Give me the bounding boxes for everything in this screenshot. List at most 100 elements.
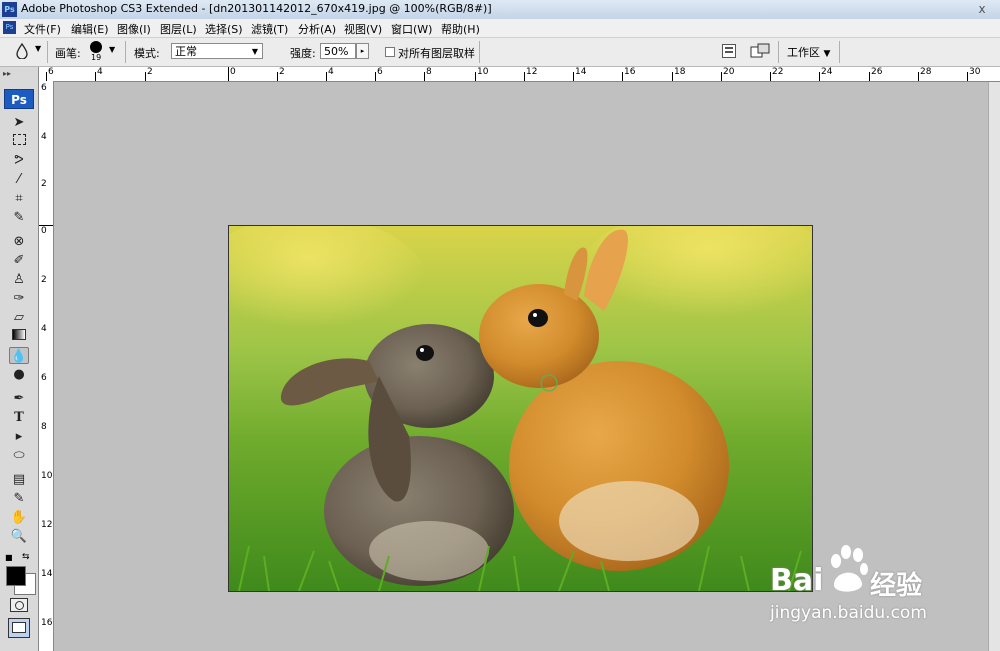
ruler-tick — [622, 72, 623, 81]
notes-tool-icon[interactable]: ▤ — [9, 471, 29, 488]
photoshop-logo-button[interactable]: Ps — [4, 89, 34, 109]
dodge-tool-icon[interactable]: ● — [9, 366, 29, 383]
menu-edit[interactable]: 编辑(E) — [71, 21, 109, 37]
menu-select[interactable]: 选择(S) — [205, 21, 243, 37]
menu-file[interactable]: 文件(F) — [24, 21, 61, 37]
spot-healing-brush-icon[interactable]: ⊗ — [9, 233, 29, 250]
marquee-tool-icon[interactable] — [9, 133, 29, 150]
gradient-tool-icon[interactable] — [9, 328, 29, 345]
sample-all-layers-checkbox[interactable] — [385, 47, 395, 57]
ruler-tick — [277, 72, 278, 81]
brush-picker-dropdown-icon[interactable]: ▼ — [109, 45, 115, 54]
watermark-brand: Bai — [770, 563, 824, 598]
ruler-left-label: 0 — [41, 226, 47, 236]
menu-window[interactable]: 窗口(W) — [391, 21, 432, 37]
ruler-top-label: 2 — [279, 67, 285, 77]
ruler-tick — [869, 72, 870, 81]
magic-wand-tool-icon[interactable]: ⁄ — [9, 171, 29, 188]
ruler-top-label: 6 — [377, 67, 383, 77]
mode-select[interactable]: 正常 ▼ — [171, 43, 263, 59]
crop-tool-icon[interactable]: ⌗ — [9, 190, 29, 207]
ruler-left-label: 16 — [41, 618, 53, 628]
menu-analysis[interactable]: 分析(A) — [298, 21, 336, 37]
ruler-left-label: 12 — [41, 520, 53, 530]
separator — [125, 41, 126, 63]
default-colors-icon[interactable]: ■ — [5, 553, 13, 562]
menu-filter[interactable]: 滤镜(T) — [251, 21, 288, 37]
app-menu-icon[interactable]: Ps — [3, 21, 16, 34]
close-window-button[interactable]: x — [970, 0, 994, 18]
tool-preset-dropdown-icon[interactable]: ▼ — [35, 44, 41, 53]
ruler-top-label: 16 — [624, 67, 636, 77]
brush-label: 画笔: — [55, 47, 81, 60]
ruler-left-label: 6 — [41, 83, 47, 93]
ruler-left-label: 2 — [41, 275, 47, 285]
separator — [479, 41, 480, 63]
sample-all-layers-label: 对所有图层取样 — [398, 47, 475, 60]
move-tool-icon[interactable]: ➤ — [9, 114, 29, 131]
slice-tool-icon[interactable]: ✎ — [9, 209, 29, 226]
ruler-tick — [967, 72, 968, 81]
ruler-left-label: 4 — [41, 132, 47, 142]
palette-well-icon[interactable] — [722, 44, 736, 58]
brush-panel-toggle-icon[interactable] — [750, 43, 770, 59]
screen-mode-icon[interactable] — [8, 618, 30, 638]
ruler-top-label: 6 — [48, 67, 54, 77]
path-selection-tool-icon[interactable]: ▸ — [9, 428, 29, 445]
clone-stamp-tool-icon[interactable]: ♙ — [9, 271, 29, 288]
ruler-top-label: 0 — [230, 67, 236, 77]
quick-mask-mode-icon[interactable] — [10, 598, 28, 612]
ruler-left-label: 6 — [41, 373, 47, 383]
ruler-left-label: 14 — [41, 569, 53, 579]
type-tool-icon[interactable]: T — [9, 409, 29, 426]
workspace-label: 工作区 — [787, 46, 820, 59]
strength-slider-arrow-icon[interactable]: ▸ — [356, 43, 369, 59]
blur-tool-icon[interactable]: 💧 — [9, 347, 29, 364]
workspace-dropdown-icon: ▼ — [823, 49, 831, 59]
baidu-paw-icon — [831, 545, 868, 592]
menu-layer[interactable]: 图层(L) — [160, 21, 197, 37]
ruler-left-label: 2 — [41, 179, 47, 189]
workspace-menu-button[interactable]: 工作区 ▼ — [787, 44, 830, 60]
menu-view[interactable]: 视图(V) — [344, 21, 382, 37]
toolbox-collapse-icon[interactable]: ▸▸ — [3, 69, 11, 78]
brush-preview-icon[interactable] — [90, 41, 102, 53]
ruler-top-label: 4 — [328, 67, 334, 77]
ruler-top-label: 2 — [147, 67, 153, 77]
ruler-tick — [95, 72, 96, 81]
menu-help[interactable]: 帮助(H) — [441, 21, 480, 37]
mode-label: 模式: — [134, 47, 160, 60]
ruler-tick — [145, 72, 146, 81]
eraser-tool-icon[interactable]: ▱ — [9, 309, 29, 326]
zoom-tool-icon[interactable]: 🔍 — [9, 528, 29, 545]
ruler-tick — [721, 72, 722, 81]
ruler-top-label: 24 — [821, 67, 833, 77]
menu-image[interactable]: 图像(I) — [117, 21, 151, 37]
separator — [778, 41, 779, 63]
lasso-tool-icon[interactable]: ᕗ — [9, 152, 29, 169]
mode-value: 正常 — [175, 45, 197, 58]
watermark-url: jingyan.baidu.com — [770, 603, 927, 623]
pen-tool-icon[interactable]: ✒ — [9, 390, 29, 407]
horizontal-ruler: 6 4 2 0 2 4 6 8 10 12 14 16 18 20 22 24 … — [39, 67, 1000, 82]
strength-value: 50% — [324, 45, 349, 58]
blur-tool-preset-icon[interactable] — [14, 42, 30, 60]
document-image[interactable] — [228, 225, 813, 592]
toolbox: ▸▸ Ps ➤ ᕗ ⁄ ⌗ ✎ ⊗ ✐ ♙ ✑ ▱ 💧 ● ✒ T ▸ ⬭ ▤ … — [0, 67, 39, 651]
strength-input[interactable]: 50% — [320, 43, 356, 59]
ruler-tick — [228, 67, 229, 81]
eyedropper-tool-icon[interactable]: ✎ — [9, 490, 29, 507]
swap-colors-icon[interactable]: ⇆ — [22, 552, 30, 562]
hand-tool-icon[interactable]: ✋ — [9, 509, 29, 526]
ruler-top-label: 22 — [772, 67, 784, 77]
history-brush-tool-icon[interactable]: ✑ — [9, 290, 29, 307]
ellipse-shape-tool-icon[interactable]: ⬭ — [9, 447, 29, 464]
chevron-down-icon: ▼ — [251, 47, 258, 56]
ruler-tick — [424, 72, 425, 81]
ruler-left-label: 8 — [41, 422, 47, 432]
foreground-color-swatch[interactable] — [6, 566, 26, 586]
brush-tool-icon[interactable]: ✐ — [9, 252, 29, 269]
vertical-scrollbar[interactable] — [988, 82, 1000, 651]
ruler-top-label: 28 — [920, 67, 932, 77]
ruler-top-label: 10 — [477, 67, 489, 77]
